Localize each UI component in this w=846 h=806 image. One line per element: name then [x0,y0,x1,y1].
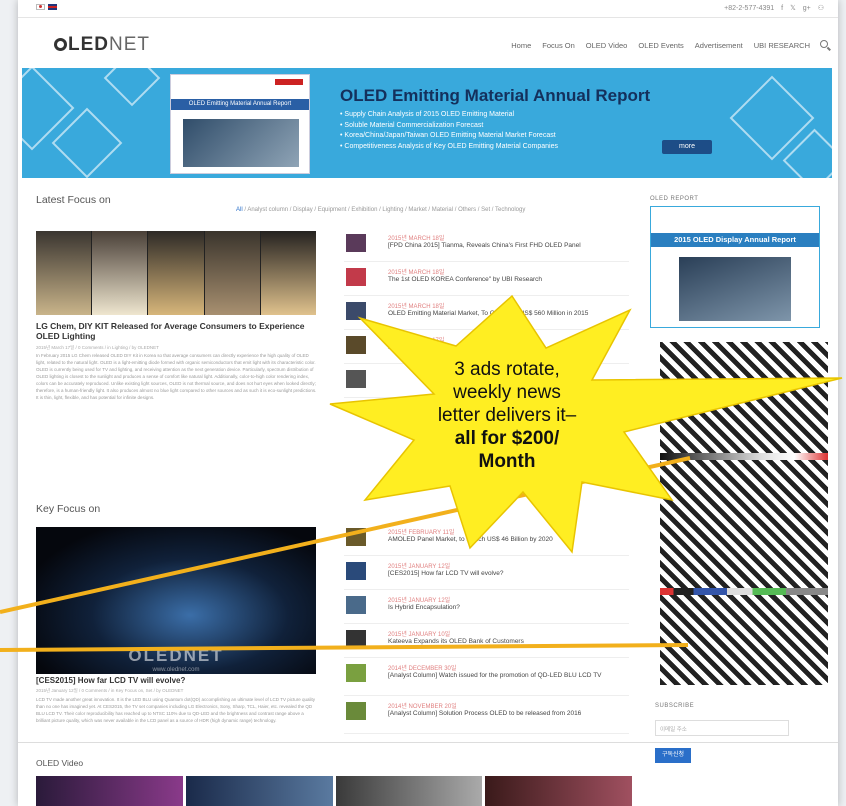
subscribe-button[interactable]: 구독신청 [655,748,691,763]
latest-headline[interactable]: LG Chem, DIY KIT Released for Average Co… [36,321,316,341]
report-cover-image: OLED Emitting Material Annual Report [170,74,310,174]
phone-number: +82-2-577-4391 [724,4,775,12]
list-item[interactable]: 2015년 JANUARY 12일 [CES2015] How far LCD T… [344,556,629,590]
category-links[interactable]: / Analyst column / Display / Equipment /… [243,207,525,213]
decor-diamond [103,68,161,107]
key-news-list: 2015년 FEBRUARY 11일 AMOLED Panel Market, t… [344,522,629,734]
hero-banner[interactable]: OLED Emitting Material Annual Report OLE… [22,68,832,178]
divider [18,742,838,743]
key-headline[interactable]: [CES2015] How far LCD TV will evolve? [36,676,185,685]
more-button[interactable]: more [662,140,712,154]
oled-video-title: OLED Video [36,758,84,768]
callout-text: 3 ads rotate, weekly news letter deliver… [402,358,612,473]
subscribe-label: SUBSCRIBE [655,703,695,709]
nav-oled-events[interactable]: OLED Events [638,41,683,50]
nav-advertisement[interactable]: Advertisement [695,41,743,50]
banner-bullets: Supply Chain Analysis of 2015 OLED Emitt… [340,110,558,152]
banner-bullet: Soluble Material Commercialization Forec… [340,121,558,132]
cover-label: OLED Emitting Material Annual Report [171,99,309,110]
image-watermark: OLEDNET [128,646,224,665]
twitter-icon[interactable]: 𝕏 [790,4,796,12]
video-thumbnails[interactable] [36,776,632,806]
email-field[interactable]: 이메일 주소 [655,720,789,736]
callout-line: weekly news [453,382,561,403]
nav-focus-on[interactable]: Focus On [542,41,575,50]
image-url: www.olednet.com [152,667,200,673]
callout-line: letter delivers it– [437,405,577,426]
ad-placeholder-3[interactable] [660,595,828,685]
banner-bullet: Competitiveness Analysis of Key OLED Emi… [340,142,558,153]
key-meta: 2015년 January 12일 / 0 Comments / in Key … [36,688,184,693]
nav-oled-video[interactable]: OLED Video [586,41,628,50]
list-item[interactable]: 2014년 NOVEMBER 20일 [Analyst Column] Solut… [344,696,629,734]
list-item[interactable]: 2015년 MARCH 18일 The 1st OLED KOREA Confer… [344,262,629,296]
korean-flag-icon[interactable] [36,4,45,10]
top-bar: +82-2-577-4391 f 𝕏 g+ ⚇ [18,0,838,18]
olednet-logo[interactable]: LEDNET [54,34,150,56]
callout-price: all for $200/ [454,428,560,449]
latest-focus-title: Latest Focus on [36,194,111,206]
category-filter: All / Analyst column / Display / Equipme… [236,207,525,213]
sidebar-report-title: 2015 OLED Display Annual Report [651,233,819,247]
top-contact: +82-2-577-4391 f 𝕏 g+ ⚇ [724,4,824,13]
list-item[interactable]: 2015년 MARCH 18일 [FPD China 2015] Tianma, … [344,228,629,262]
key-focus-title: Key Focus on [36,503,101,515]
logo-oled-text: LED [68,34,109,55]
list-item[interactable]: 2015년 MARCH 18일 OLED Emitting Material Ma… [344,296,629,330]
latest-excerpt: In February 2015 LG Chem released OLED D… [36,353,317,400]
latest-meta: 2015년 March 17일 / 0 Comments / in Lighti… [36,345,159,350]
site-header: LEDNET Home Focus On OLED Video OLED Eve… [18,18,838,68]
main-nav: Home Focus On OLED Video OLED Events Adv… [511,40,828,50]
search-icon[interactable] [820,40,828,48]
lighting-article-image[interactable] [36,231,317,315]
list-item[interactable]: 2015년 FEBRUARY 11일 AMOLED Panel Market, t… [344,522,629,556]
banner-bullet: Supply Chain Analysis of 2015 OLED Emitt… [340,110,558,121]
ad-placeholder-2[interactable] [660,460,828,595]
logo-o-icon [54,38,67,51]
list-item[interactable]: 2014년 DECEMBER 30일 [Analyst Column] Watch… [344,658,629,696]
callout-line: 3 ads rotate, [454,359,560,380]
key-excerpt: LCD TV made another great innovation. It… [36,697,315,723]
callout-period: Month [478,451,536,472]
rss-icon[interactable]: ⚇ [818,4,824,12]
banner-bullet: Korea/China/Japan/Taiwan OLED Emitting M… [340,131,558,142]
tower-bridge-image[interactable]: OLEDNET www.olednet.com [36,527,316,674]
nav-ubi-research[interactable]: UBI RESEARCH [754,41,810,50]
ad-placeholder-1[interactable] [660,342,828,460]
google-plus-icon[interactable]: g+ [803,5,811,12]
language-flags [36,4,57,10]
sidebar-report-ad[interactable]: 2015 OLED Display Annual Report [650,206,820,328]
list-item[interactable]: 2015년 JANUARY 12일 Is Hybrid Encapsulation… [344,590,629,624]
nav-home[interactable]: Home [511,41,531,50]
oled-report-label: OLED REPORT [650,196,699,202]
facebook-icon[interactable]: f [781,5,783,12]
banner-title: OLED Emitting Material Annual Report [340,86,651,105]
category-all-link[interactable]: All [236,207,243,213]
logo-net-text: NET [109,34,150,55]
english-flag-icon[interactable] [48,4,57,10]
list-item[interactable]: 2015년 JANUARY 10일 Kateeva Expands its OLE… [344,624,629,658]
